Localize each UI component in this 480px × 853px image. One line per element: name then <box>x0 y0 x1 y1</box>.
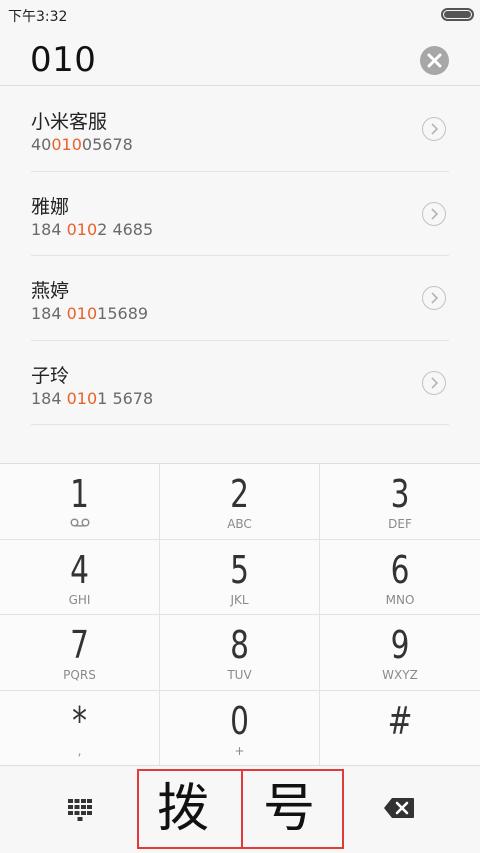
contact-row[interactable]: 燕婷 184 01015689 <box>31 256 449 341</box>
call-divider <box>241 771 243 847</box>
contact-number: 184 0101 5678 <box>31 388 154 408</box>
battery-icon <box>441 8 474 21</box>
contact-detail-button[interactable] <box>422 201 446 226</box>
key-4[interactable]: 4 GHI <box>0 539 160 615</box>
key-9[interactable]: 9 WXYZ <box>320 615 480 691</box>
key-3[interactable]: 3 DEF <box>320 464 480 540</box>
contact-row[interactable]: 小米客服 4001005678 <box>31 87 449 172</box>
key-digit: 4 <box>70 547 89 592</box>
key-digit: 6 <box>390 547 410 592</box>
contact-results: 小米客服 4001005678 雅娜 184 0102 4685 燕婷 184 … <box>0 87 480 425</box>
dialpad-toggle-icon[interactable] <box>68 799 92 821</box>
key-letters: + <box>234 743 245 758</box>
battery-fill <box>444 11 471 18</box>
chevron-right-icon <box>431 123 439 135</box>
contact-name: 雅娜 <box>31 195 70 218</box>
contact-detail-button[interactable] <box>422 370 446 395</box>
contact-row[interactable]: 子玲 184 0101 5678 <box>31 341 449 425</box>
key-2[interactable]: 2 ABC <box>160 464 320 540</box>
key-7[interactable]: 7 PQRS <box>0 615 160 691</box>
key-letters: JKL <box>230 592 249 607</box>
key-digit: # <box>387 698 413 743</box>
contact-detail-button[interactable] <box>422 286 446 310</box>
key-letters: MNO <box>385 592 415 607</box>
contact-name: 燕婷 <box>31 280 70 302</box>
call-button[interactable]: 拨 号 <box>137 769 344 849</box>
key-letters: ABC <box>227 517 252 531</box>
contact-name: 子玲 <box>31 364 70 387</box>
key-letters: DEF <box>388 517 412 531</box>
contact-name: 小米客服 <box>31 111 108 133</box>
key-letters: TUV <box>227 668 252 682</box>
contact-row[interactable]: 雅娜 184 0102 4685 <box>31 172 449 256</box>
clear-button[interactable] <box>420 46 449 75</box>
key-0[interactable]: 0 + <box>160 690 320 766</box>
chevron-right-icon <box>431 292 439 304</box>
key-digit: 8 <box>230 623 249 667</box>
voicemail-icon <box>70 518 89 527</box>
dialed-number-bar: 010 <box>0 28 480 86</box>
key-digit: 9 <box>390 623 410 667</box>
key-star[interactable]: * , <box>0 690 160 766</box>
dial-keypad: 1 2 ABC 3 DEF 4 GHI 5 JKL 6 MNO 7 PQRS 8… <box>0 463 480 767</box>
chevron-right-icon <box>431 376 439 389</box>
chevron-right-icon <box>431 207 439 220</box>
key-digit: 0 <box>230 698 249 743</box>
key-5[interactable]: 5 JKL <box>160 539 320 615</box>
key-digit: 1 <box>70 472 89 516</box>
clear-icon <box>427 53 442 68</box>
status-bar: 下午3:32 <box>0 0 480 28</box>
call-label-char: 拨 <box>157 779 210 839</box>
key-digit: 3 <box>390 472 410 516</box>
dialed-number: 010 <box>30 40 97 80</box>
key-digit: 2 <box>230 472 249 516</box>
key-letters: PQRS <box>63 668 96 682</box>
backspace-icon[interactable] <box>383 797 415 819</box>
key-digit: 5 <box>230 547 249 592</box>
key-8[interactable]: 8 TUV <box>160 615 320 691</box>
contact-number: 184 0102 4685 <box>31 219 154 239</box>
contact-detail-button[interactable] <box>422 117 446 141</box>
key-letters: GHI <box>68 592 91 607</box>
key-letters: WXYZ <box>382 668 418 682</box>
key-digit: * <box>72 698 87 743</box>
status-time: 下午3:32 <box>8 9 68 25</box>
key-1[interactable]: 1 <box>0 464 160 540</box>
key-6[interactable]: 6 MNO <box>320 540 480 615</box>
key-letters: , <box>77 743 82 758</box>
key-digit: 7 <box>70 623 89 667</box>
contact-number: 4001005678 <box>31 135 133 154</box>
key-hash[interactable]: # <box>320 691 480 767</box>
call-label-char: 号 <box>263 779 316 839</box>
contact-number: 184 01015689 <box>31 304 149 323</box>
